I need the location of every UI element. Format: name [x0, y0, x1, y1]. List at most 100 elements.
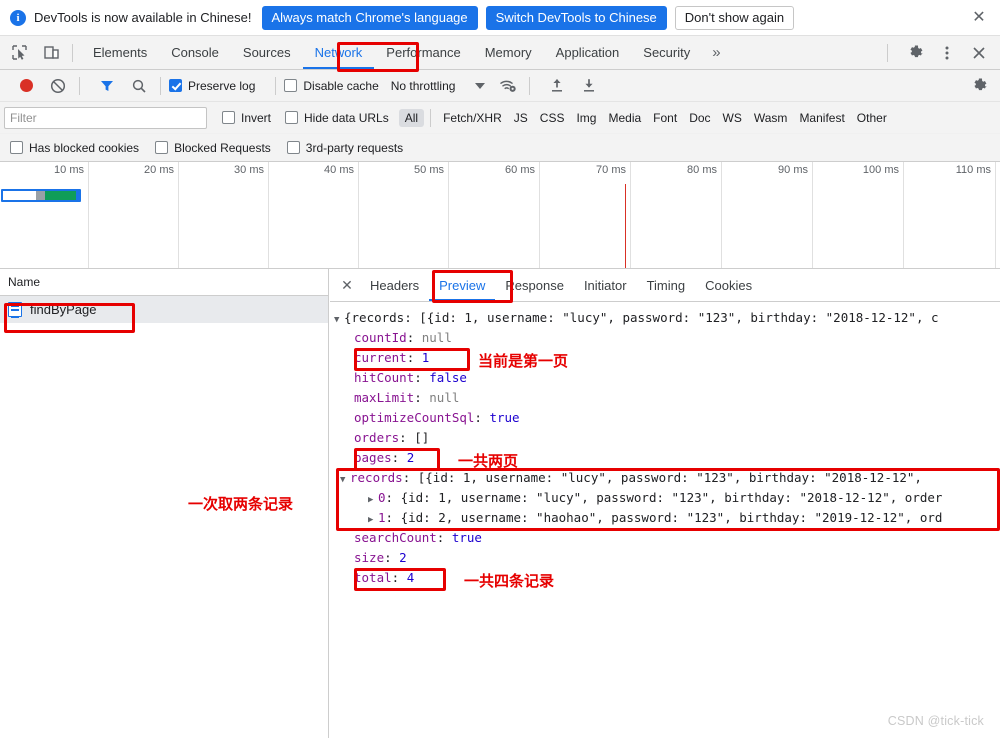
checkbox-box — [286, 141, 300, 154]
third-party-requests-checkbox[interactable]: 3rd-party requests — [286, 141, 403, 155]
json-property-row[interactable]: orders: [] — [334, 428, 1000, 448]
tab-elements[interactable]: Elements — [81, 36, 159, 69]
has-blocked-cookies-checkbox[interactable]: Has blocked cookies — [10, 141, 139, 155]
tab-timing[interactable]: Timing — [637, 269, 696, 301]
invert-label: Invert — [241, 110, 272, 125]
type-filter-doc[interactable]: Doc — [683, 109, 716, 127]
tab-initiator[interactable]: Initiator — [574, 269, 637, 301]
type-filter-js[interactable]: JS — [508, 109, 534, 127]
json-preview-tree[interactable]: ▼ {records: [{id: 1, username: "lucy", pa… — [330, 302, 1000, 738]
column-header-name: Name — [8, 275, 41, 289]
json-value: 2 — [399, 550, 407, 565]
json-property-row[interactable]: current: 1 — [334, 348, 1000, 368]
tab-application[interactable]: Application — [544, 36, 632, 69]
table-row[interactable]: findByPage — [0, 296, 328, 323]
type-filter-wasm[interactable]: Wasm — [748, 109, 794, 127]
blocked-requests-checkbox[interactable]: Blocked Requests — [155, 141, 271, 155]
timeline-tick: 30 ms — [179, 162, 269, 268]
type-filter-other[interactable]: Other — [851, 109, 893, 127]
timeline-tick-label: 100 ms — [862, 164, 899, 176]
more-vertical-icon[interactable] — [934, 41, 960, 65]
type-filter-fetch-xhr[interactable]: Fetch/XHR — [437, 109, 508, 127]
upload-arrow-icon[interactable] — [544, 74, 570, 98]
json-property-row[interactable]: maxLimit: null — [334, 388, 1000, 408]
json-root-line[interactable]: ▼ {records: [{id: 1, username: "lucy", pa… — [334, 308, 1000, 328]
type-filter-css[interactable]: CSS — [534, 109, 571, 127]
tab-response[interactable]: Response — [495, 269, 574, 301]
network-settings-gear-icon[interactable] — [966, 74, 992, 98]
type-filter-media[interactable]: Media — [602, 109, 647, 127]
always-match-language-button[interactable]: Always match Chrome's language — [261, 5, 478, 30]
record-stop-icon[interactable] — [13, 74, 39, 98]
filter-funnel-icon[interactable] — [94, 74, 120, 98]
tab-preview[interactable]: Preview — [429, 269, 496, 301]
tab-network[interactable]: Network — [302, 36, 375, 69]
json-property-row[interactable]: size: 2 — [334, 548, 1000, 568]
disable-cache-label: Disable cache — [303, 78, 379, 93]
tab-security[interactable]: Security — [631, 36, 702, 69]
json-property-row[interactable]: countId: null — [334, 328, 1000, 348]
json-record-child-row[interactable]: ▶ 0: {id: 1, username: "lucy", password: … — [334, 488, 1000, 508]
json-property-row[interactable]: total: 4 — [334, 568, 1000, 588]
type-filter-all[interactable]: All — [398, 108, 425, 127]
tab-console[interactable]: Console — [159, 36, 231, 69]
json-property-row[interactable]: hitCount: false — [334, 368, 1000, 388]
tab-headers[interactable]: Headers — [360, 269, 429, 301]
preserve-log-checkbox[interactable]: Preserve log — [169, 79, 255, 93]
checkbox-box — [284, 79, 298, 92]
network-overview-timeline[interactable]: 10 ms 20 ms 30 ms 40 ms 50 ms 60 ms 70 m… — [0, 162, 1000, 269]
timeline-tick: 40 ms — [269, 162, 359, 268]
json-records-row[interactable]: ▼ records: [{id: 1, username: "lucy", pas… — [334, 468, 1000, 488]
request-list-header: Name — [0, 269, 328, 296]
dont-show-again-button[interactable]: Don't show again — [674, 5, 795, 30]
type-filter-img[interactable]: Img — [570, 109, 602, 127]
more-tabs-icon[interactable]: » — [702, 36, 730, 69]
tab-memory[interactable]: Memory — [473, 36, 544, 69]
json-record-child-row[interactable]: ▶ 1: {id: 2, username: "haohao", password… — [334, 508, 1000, 528]
collapse-arrow-icon[interactable]: ▶ — [368, 490, 378, 510]
close-banner-icon[interactable]: ✕ — [970, 9, 988, 27]
json-property-row[interactable]: searchCount: true — [334, 528, 1000, 548]
tab-label: Timing — [646, 277, 686, 293]
json-key: orders — [354, 430, 400, 445]
clear-icon[interactable] — [45, 74, 71, 98]
json-value: 2 — [406, 450, 415, 465]
network-conditions-icon[interactable] — [495, 74, 521, 98]
checkbox-box — [155, 141, 169, 154]
type-filter-manifest[interactable]: Manifest — [793, 109, 850, 127]
expand-arrow-icon[interactable]: ▼ — [334, 310, 344, 330]
search-icon[interactable] — [126, 74, 152, 98]
json-value: false — [429, 370, 467, 385]
throttling-select[interactable]: No throttling — [391, 79, 456, 93]
tab-performance[interactable]: Performance — [374, 36, 472, 69]
tab-cookies[interactable]: Cookies — [695, 269, 762, 301]
json-property-row[interactable]: pages: 2 — [334, 448, 1000, 468]
timeline-tick-label: 70 ms — [596, 164, 626, 176]
expand-arrow-icon[interactable]: ▼ — [340, 470, 350, 490]
tab-sources[interactable]: Sources — [231, 36, 303, 69]
disable-cache-checkbox[interactable]: Disable cache — [284, 78, 379, 93]
invert-checkbox[interactable]: Invert — [222, 111, 271, 125]
tab-label: Elements — [93, 45, 148, 60]
type-filter-ws[interactable]: WS — [717, 109, 748, 127]
json-value: true — [451, 530, 482, 545]
json-property-row[interactable]: optimizeCountSql: true — [334, 408, 1000, 428]
tab-label: Sources — [242, 45, 291, 60]
type-filter-font[interactable]: Font — [647, 109, 683, 127]
device-toolbar-icon[interactable] — [38, 41, 64, 65]
filter-input[interactable] — [4, 106, 207, 129]
toolbar-divider — [275, 76, 277, 95]
request-name: findByPage — [30, 302, 97, 317]
timeline-tick-label: 80 ms — [687, 164, 717, 176]
download-arrow-icon[interactable] — [576, 74, 602, 98]
switch-devtools-to-chinese-button[interactable]: Switch DevTools to Chinese — [485, 5, 667, 30]
gear-icon[interactable] — [902, 41, 928, 65]
json-record-text: {id: 2, username: "haohao", password: "1… — [400, 510, 943, 525]
close-detail-icon[interactable]: ✕ — [336, 274, 358, 296]
json-key: maxLimit — [354, 390, 415, 405]
collapse-arrow-icon[interactable]: ▶ — [368, 510, 378, 530]
chevron-down-icon[interactable] — [467, 74, 493, 98]
inspect-element-icon[interactable] — [6, 41, 32, 65]
close-devtools-icon[interactable] — [966, 41, 992, 65]
hide-data-urls-checkbox[interactable]: Hide data URLs — [285, 111, 389, 125]
